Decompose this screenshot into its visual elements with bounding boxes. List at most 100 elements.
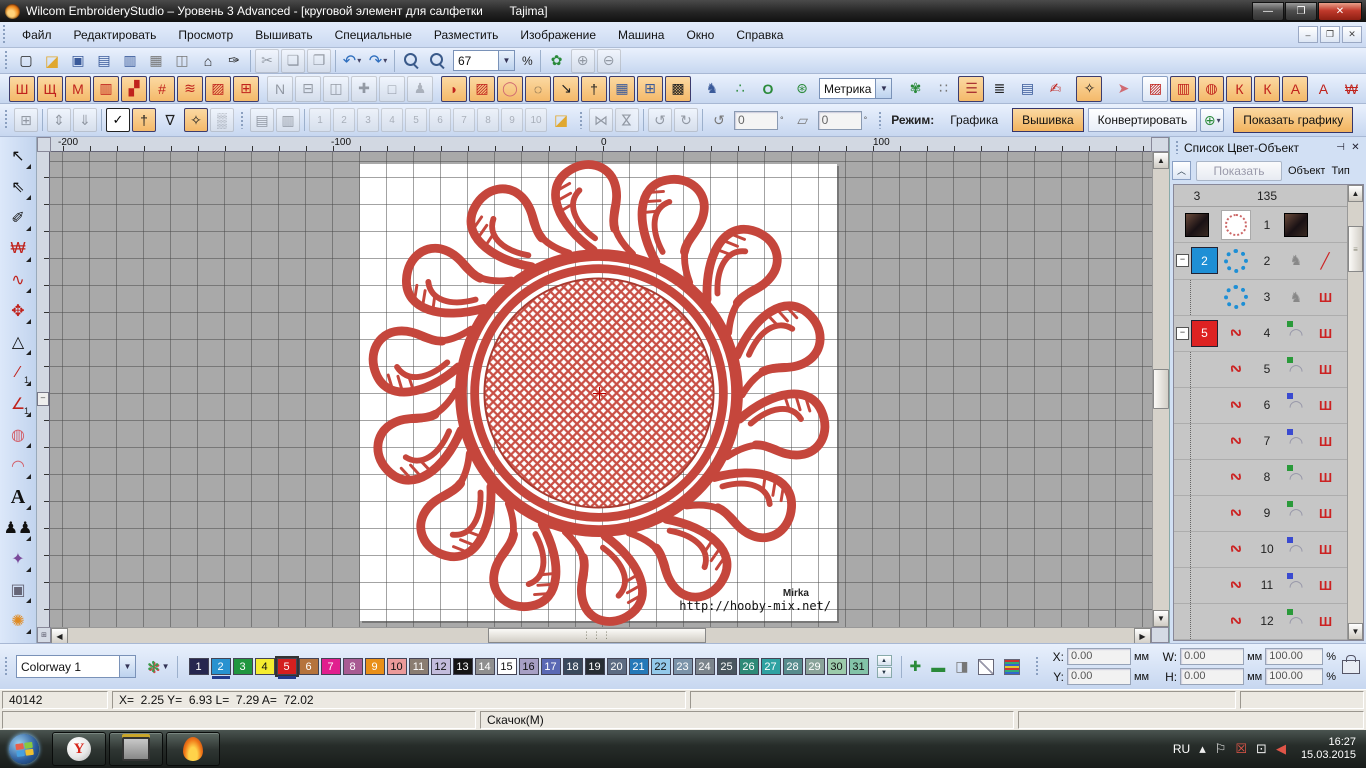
panel-scroll-track[interactable]: ≡ bbox=[1348, 202, 1363, 623]
color-swatch-23[interactable]: 23 bbox=[673, 658, 693, 675]
color-swatch-7[interactable]: 7 bbox=[321, 658, 341, 675]
color-swatch-28[interactable]: 28 bbox=[783, 658, 803, 675]
undo-icon-dropdown[interactable]: ▾ bbox=[357, 56, 361, 65]
color-swatch-16[interactable]: 16 bbox=[519, 658, 539, 675]
stitch-object-thumbnail[interactable]: ∿ bbox=[1225, 537, 1247, 561]
point-run-icon[interactable]: ↘ bbox=[553, 76, 579, 102]
color-swatch-18[interactable]: 18 bbox=[563, 658, 583, 675]
stitch-object-thumbnail[interactable]: ∿ bbox=[1225, 573, 1247, 597]
applique-outline-icon[interactable]: А bbox=[1310, 76, 1336, 102]
show-graphics-button[interactable]: Показать графику bbox=[1233, 107, 1353, 133]
needle-point-icon[interactable]: † bbox=[581, 76, 607, 102]
print-icon[interactable]: ▦ bbox=[144, 49, 168, 73]
zigzag-fill-icon[interactable]: Ш bbox=[9, 76, 35, 102]
ruler-marker[interactable]: – bbox=[37, 392, 49, 406]
h-percent-field[interactable]: 100.00 bbox=[1265, 668, 1323, 685]
colorway-dropdown-icon[interactable]: ▼ bbox=[119, 656, 135, 677]
monogram-tool[interactable]: ✦ bbox=[3, 544, 33, 574]
print-preview-icon[interactable]: ◫ bbox=[170, 49, 194, 73]
color-swatch-1[interactable]: 1 bbox=[189, 658, 209, 675]
stitch-object-thumbnail[interactable]: ∿ bbox=[1225, 357, 1247, 381]
color-swatch-4[interactable]: 4 bbox=[255, 658, 275, 675]
new-design-icon[interactable]: ▢ bbox=[14, 49, 38, 73]
outline-object-icon[interactable]: ◯ bbox=[497, 76, 523, 102]
y-field[interactable]: 0.00 bbox=[1067, 668, 1131, 685]
color-swatch-10[interactable]: 10 bbox=[387, 658, 407, 675]
redo-icon[interactable]: ↷▾ bbox=[366, 49, 390, 73]
power-plug-icon[interactable]: ☒ bbox=[1235, 741, 1247, 757]
yandex-browser-app[interactable]: Y bbox=[52, 732, 106, 766]
scroll-down-icon[interactable]: ▼ bbox=[1153, 610, 1169, 627]
clock[interactable]: 16:27 15.03.2015 bbox=[1301, 736, 1356, 762]
trim-knife-icon[interactable]: ✑ bbox=[222, 49, 246, 73]
h-field[interactable]: 0.00 bbox=[1180, 668, 1244, 685]
menu-item-10[interactable]: Справка bbox=[725, 25, 794, 45]
collapse-group-icon[interactable]: − bbox=[1176, 327, 1189, 340]
beads-icon[interactable]: ∴ bbox=[727, 76, 753, 102]
object-row-11[interactable]: ∿11◠Ш bbox=[1174, 568, 1347, 604]
border-fill-icon[interactable]: ⊞ bbox=[233, 76, 259, 102]
color-swatch-11[interactable]: 11 bbox=[409, 658, 429, 675]
color-group-box[interactable]: 2 bbox=[1191, 247, 1218, 274]
start-button[interactable] bbox=[4, 733, 44, 765]
dashed-outline-icon[interactable]: ◌ bbox=[525, 76, 551, 102]
stitch-object-thumbnail[interactable]: ∿ bbox=[1225, 393, 1247, 417]
volume-muted-icon[interactable]: ◀ bbox=[1276, 741, 1286, 757]
object-list-icon[interactable]: ☰ bbox=[958, 76, 984, 102]
zoom-level-combo-arrow-icon[interactable]: ▼ bbox=[498, 51, 514, 70]
node-add-icon[interactable]: ✧ bbox=[184, 108, 208, 132]
palette-spinner[interactable]: ▲▼ bbox=[877, 655, 892, 678]
color-swatch-17[interactable]: 17 bbox=[541, 658, 561, 675]
grid-table-icon[interactable]: ⊞ bbox=[637, 76, 663, 102]
stitch-object-thumbnail[interactable]: ∿ bbox=[1225, 609, 1247, 633]
restore-button[interactable]: ❐ bbox=[1285, 2, 1317, 21]
close-button[interactable]: ✕ bbox=[1318, 2, 1362, 21]
rotate-angle-icon[interactable]: ↺ bbox=[707, 108, 731, 132]
circle-fill-tool[interactable]: ◍ bbox=[3, 420, 33, 450]
mdi-close-icon[interactable]: ✕ bbox=[1342, 26, 1362, 43]
scroll-up-icon[interactable]: ▲ bbox=[1153, 152, 1169, 169]
freehand-tool[interactable]: ∿ bbox=[3, 265, 33, 295]
measure-units-combo-arrow-icon[interactable]: ▼ bbox=[875, 79, 891, 98]
print-machine-file-icon[interactable]: ▤ bbox=[92, 49, 116, 73]
color-swatch-9[interactable]: 9 bbox=[365, 658, 385, 675]
zoom-level-combo[interactable]: 67▼ bbox=[453, 50, 515, 71]
stitch-edit-tool[interactable]: ₩ bbox=[3, 234, 33, 264]
fancy-fill-tool[interactable]: ✺ bbox=[3, 606, 33, 636]
pattern-fill-icon[interactable]: ▞ bbox=[121, 76, 147, 102]
embroidery-design[interactable] bbox=[364, 158, 834, 627]
ring-icon[interactable]: O bbox=[755, 76, 781, 102]
object-row-9[interactable]: ∿9◠Ш bbox=[1174, 496, 1347, 532]
satin-object-icon[interactable]: ◗ bbox=[441, 76, 467, 102]
color-swatch-15[interactable]: 15 bbox=[497, 658, 517, 675]
thread-chart-icon[interactable] bbox=[1004, 659, 1020, 675]
contour-fill-icon[interactable]: ≋ bbox=[177, 76, 203, 102]
measure-units-combo[interactable]: Метрика▼ bbox=[819, 78, 892, 99]
media-player-app[interactable] bbox=[109, 732, 163, 766]
auto-hatch-icon[interactable]: ▨ bbox=[1142, 76, 1168, 102]
lettering-tool[interactable]: A bbox=[3, 482, 33, 512]
horizontal-scrollbar[interactable]: ◀ ⋮⋮⋮ ▶ bbox=[51, 627, 1151, 643]
minimize-button[interactable]: — bbox=[1252, 2, 1284, 21]
grid-view-icon[interactable]: ▦ bbox=[609, 76, 635, 102]
stitch-list-icon[interactable]: ≣ bbox=[986, 76, 1012, 102]
palette-spin-down-icon[interactable]: ▼ bbox=[877, 667, 892, 678]
zoom-tool-icon[interactable] bbox=[399, 49, 423, 73]
satin-fill-icon[interactable]: Щ bbox=[37, 76, 63, 102]
dots-grid-icon[interactable]: ∷ bbox=[930, 76, 956, 102]
zigzag-right-icon[interactable]: К bbox=[1254, 76, 1280, 102]
object-row-2[interactable]: −22♞╱ bbox=[1174, 243, 1347, 279]
color-swatch-30[interactable]: 30 bbox=[827, 658, 847, 675]
color-swatch-25[interactable]: 25 bbox=[717, 658, 737, 675]
node-edit-tool[interactable]: △ bbox=[3, 327, 33, 357]
knife-tool[interactable]: ✐ bbox=[3, 203, 33, 233]
menu-item-3[interactable]: Просмотр bbox=[167, 25, 244, 45]
open-design-icon[interactable]: ◪ bbox=[40, 49, 64, 73]
object-row-7[interactable]: ∿7◠Ш bbox=[1174, 424, 1347, 460]
horizontal-scroll-track[interactable]: ⋮⋮⋮ bbox=[68, 628, 1134, 643]
undo-icon[interactable]: ↶▾ bbox=[340, 49, 364, 73]
stamp-icon[interactable]: ✍ bbox=[1042, 76, 1068, 102]
arc-tool[interactable]: ◠ bbox=[3, 451, 33, 481]
color-swatch-31[interactable]: 31 bbox=[849, 658, 869, 675]
polyline-digitize-tool[interactable]: ∠1 bbox=[3, 389, 33, 419]
